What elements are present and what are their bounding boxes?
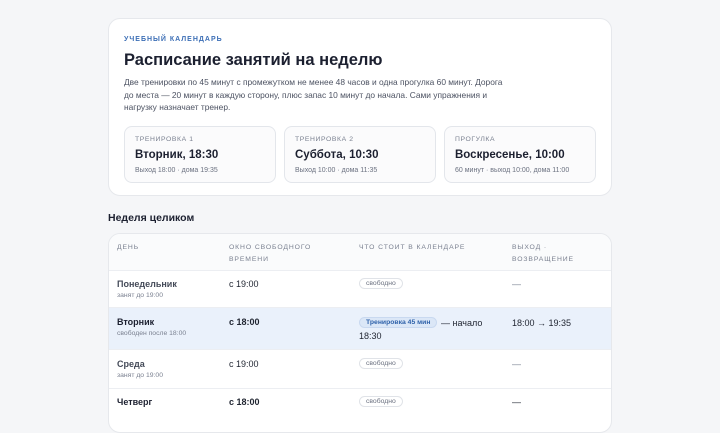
- day-name: Понедельник: [117, 279, 177, 289]
- session-note: Выход 18:00 · дома 19:35: [135, 167, 218, 174]
- column-header-day: ДЕНЬ: [117, 244, 140, 251]
- day-name: Четверг: [117, 397, 153, 407]
- session-card-training-2[interactable]: ТРЕНИРОВКА 2 Суббота, 10:30 Выход 10:00 …: [284, 126, 436, 183]
- session-note: 60 минут · выход 10:00, дома 11:00: [455, 167, 570, 174]
- day-name: Вторник: [117, 317, 155, 327]
- day-status: занят до 19:00: [117, 372, 163, 379]
- table-row[interactable]: Среда занят до 19:00 с 19:00 свободно —: [109, 350, 611, 389]
- week-table: ДЕНЬ ОКНО СВОБОДНОГО ВРЕМЕНИ ЧТО СТОИТ В…: [108, 233, 612, 433]
- column-header-window: ОКНО СВОБОДНОГО ВРЕМЕНИ: [229, 242, 311, 265]
- table-row[interactable]: Понедельник занят до 19:00 с 19:00 свобо…: [109, 270, 611, 308]
- return-time: 18:00 → 19:35: [512, 318, 572, 328]
- day-status: занят до 19:00: [117, 292, 163, 299]
- session-label: ТРЕНИРОВКА 1: [135, 136, 194, 143]
- session-label: ТРЕНИРОВКА 2: [295, 136, 354, 143]
- training-badge: Тренировка 45 мин: [359, 317, 438, 328]
- free-window: с 18:00: [229, 397, 260, 407]
- table-row[interactable]: Четверг с 18:00 свободно —: [109, 389, 611, 429]
- column-header-return-line2: ВОЗВРАЩЕНИЕ: [512, 255, 574, 263]
- week-section-title: Неделя целиком: [108, 212, 195, 224]
- free-window: с 19:00: [229, 279, 259, 289]
- session-time: Вторник, 18:30: [135, 149, 219, 161]
- column-header-window-line1: ОКНО СВОБОДНОГО: [229, 244, 312, 251]
- status-badge: свободно: [359, 396, 403, 407]
- session-card-training-1[interactable]: ТРЕНИРОВКА 1 Вторник, 18:30 Выход 18:00 …: [124, 126, 276, 183]
- status-badge: свободно: [359, 358, 403, 369]
- schedule-summary-card: УЧЕБНЫЙ КАЛЕНДАРЬ Расписание занятий на …: [108, 18, 612, 196]
- table-row[interactable]: Вторник свободен после 18:00 с 18:00 Тре…: [109, 308, 611, 350]
- day-name: Среда: [117, 359, 145, 369]
- session-cards: ТРЕНИРОВКА 1 Вторник, 18:30 Выход 18:00 …: [124, 126, 598, 183]
- free-window: с 19:00: [229, 359, 259, 369]
- return-time: —: [512, 359, 521, 369]
- session-label: ПРОГУЛКА: [455, 136, 496, 143]
- status-badge: свободно: [359, 278, 403, 289]
- eyebrow-label: УЧЕБНЫЙ КАЛЕНДАРЬ: [124, 36, 223, 43]
- free-window: с 18:00: [229, 317, 260, 327]
- calendar-start-label: — начало: [441, 318, 483, 328]
- column-header-calendar: ЧТО СТОИТ В КАЛЕНДАРЕ: [359, 244, 466, 251]
- schedule-description: Две тренировки по 45 минут с промежутком…: [124, 77, 503, 113]
- session-note: Выход 10:00 · дома 11:35: [295, 167, 378, 174]
- return-time: —: [512, 279, 521, 289]
- calendar-start-time: 18:30: [359, 331, 382, 341]
- column-header-return: ВЫХОД · ВОЗВРАЩЕНИЕ: [512, 242, 574, 265]
- day-status: свободен после 18:00: [117, 330, 187, 337]
- table-header: ДЕНЬ ОКНО СВОБОДНОГО ВРЕМЕНИ ЧТО СТОИТ В…: [109, 234, 611, 271]
- session-time: Суббота, 10:30: [295, 149, 379, 161]
- column-header-return-line1: ВЫХОД ·: [512, 244, 548, 251]
- column-header-window-line2: ВРЕМЕНИ: [229, 255, 269, 263]
- return-time: —: [512, 397, 521, 407]
- page-title: Расписание занятий на неделю: [124, 51, 383, 69]
- session-card-walk[interactable]: ПРОГУЛКА Воскресенье, 10:00 60 минут · в…: [444, 126, 596, 183]
- session-time: Воскресенье, 10:00: [455, 149, 565, 161]
